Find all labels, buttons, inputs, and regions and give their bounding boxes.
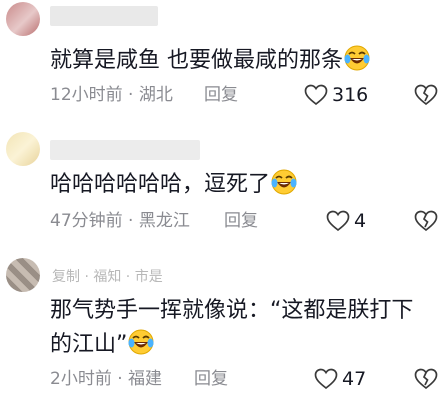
time-location: 47分钟前 · 黑龙江 bbox=[50, 211, 190, 231]
heart-icon bbox=[304, 84, 328, 106]
laughing-tears-emoji-icon bbox=[128, 329, 154, 355]
like-button[interactable]: 316 bbox=[304, 82, 368, 108]
reply-button[interactable]: 回复 bbox=[194, 366, 228, 392]
avatar[interactable] bbox=[6, 132, 40, 166]
avatar[interactable] bbox=[6, 258, 40, 292]
comment-text-content: 就算是咸鱼 也要做最咸的那条 bbox=[50, 48, 343, 73]
comment-text-content: 哈哈哈哈哈哈，逗死了 bbox=[50, 172, 271, 197]
like-count: 4 bbox=[354, 210, 367, 232]
username[interactable] bbox=[50, 140, 200, 160]
heart-icon bbox=[326, 210, 350, 232]
heart-icon bbox=[314, 368, 338, 390]
reply-button[interactable]: 回复 bbox=[224, 208, 258, 234]
broken-heart-icon[interactable] bbox=[414, 84, 438, 106]
broken-heart-icon[interactable] bbox=[414, 368, 438, 390]
comment-meta: 47分钟前 · 黑龙江 回复 bbox=[50, 208, 444, 234]
like-count: 47 bbox=[342, 368, 367, 390]
username[interactable] bbox=[50, 6, 158, 26]
comment-text: 哈哈哈哈哈哈，逗死了 bbox=[50, 168, 420, 202]
like-button[interactable]: 47 bbox=[314, 366, 366, 392]
comment-text-line2: 的江山” bbox=[50, 332, 128, 357]
laughing-tears-emoji-icon bbox=[271, 169, 297, 195]
comment-text: 就算是咸鱼 也要做最咸的那条 bbox=[50, 44, 420, 78]
comment-text-line1: 那气势手一挥就像说：“这都是朕打下 bbox=[50, 298, 414, 323]
username[interactable]: 复制 · 福知 · 市是 bbox=[50, 266, 196, 286]
laughing-tears-emoji-icon bbox=[344, 45, 370, 71]
time-location: 2小时前 · 福建 bbox=[50, 369, 163, 389]
username-text: 复制 · 福知 · 市是 bbox=[52, 269, 163, 285]
like-button[interactable]: 4 bbox=[326, 208, 366, 234]
comment-text: 那气势手一挥就像说：“这都是朕打下 的江山” bbox=[50, 294, 420, 362]
like-count: 316 bbox=[332, 84, 369, 106]
broken-heart-icon[interactable] bbox=[414, 210, 438, 232]
avatar[interactable] bbox=[6, 2, 40, 36]
comment-meta: 12小时前 · 湖北 回复 bbox=[50, 82, 444, 108]
reply-button[interactable]: 回复 bbox=[204, 82, 238, 108]
comment-item: 复制 · 福知 · 市是 那气势手一挥就像说：“这都是朕打下 的江山” 2小时前… bbox=[0, 254, 444, 400]
comment-item: 就算是咸鱼 也要做最咸的那条 12小时前 · 湖北 回复 316 bbox=[0, 0, 444, 120]
comment-meta: 2小时前 · 福建 回复 bbox=[50, 366, 444, 392]
comment-item: 哈哈哈哈哈哈，逗死了 47分钟前 · 黑龙江 回复 4 bbox=[0, 128, 444, 248]
time-location: 12小时前 · 湖北 bbox=[50, 85, 173, 105]
